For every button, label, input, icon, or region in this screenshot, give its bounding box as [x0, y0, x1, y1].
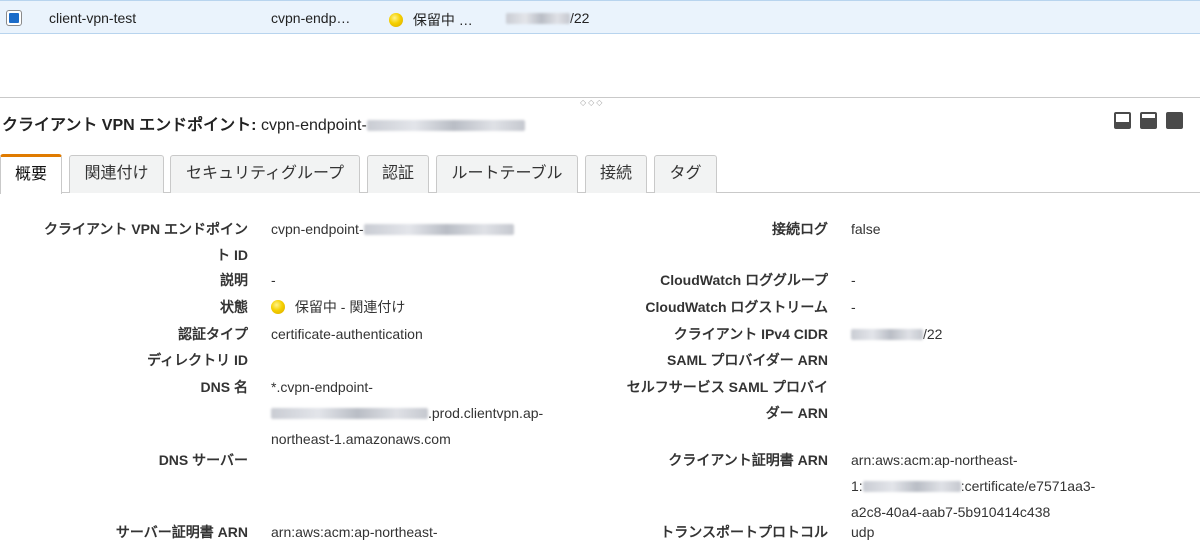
value-auth-type: certificate-authentication	[271, 326, 423, 342]
redacted-endpoint-id	[366, 120, 525, 131]
label-endpoint-id: クライアント VPN エンドポイン ト ID	[43, 221, 248, 263]
tab-authorization[interactable]: 認証	[367, 155, 429, 193]
value-cloudwatch-log-group: -	[851, 272, 856, 288]
value-client-cert-arn: arn:aws:acm:ap-northeast- 1::certificate…	[851, 452, 1096, 520]
label-cloudwatch-log-group: CloudWatch ロググループ	[660, 272, 828, 288]
label-dns-server: DNS サーバー	[158, 452, 248, 468]
label-transport-protocol: トランスポートプロトコル	[660, 524, 828, 540]
label-description: 説明	[220, 272, 248, 288]
tab-security-groups[interactable]: セキュリティグループ	[170, 155, 360, 193]
tab-route-table[interactable]: ルートテーブル	[436, 155, 578, 193]
selected-endpoint-row[interactable]: client-vpn-test cvpn-endp… 保留中 … /22	[0, 0, 1200, 34]
value-state: 保留中 - 関連付け	[271, 294, 405, 320]
detail-title-label: クライアント VPN エンドポイント:	[2, 117, 257, 134]
value-connection-log: false	[851, 221, 881, 237]
layout-toggle-group	[1114, 112, 1183, 129]
value-dns-name: *.cvpn-endpoint- .prod.clientvpn.ap- nor…	[271, 379, 544, 447]
redacted-dns-part	[271, 408, 428, 419]
tab-associations[interactable]: 関連付け	[69, 155, 164, 193]
row-cidr-suffix: /22	[570, 10, 590, 26]
value-description: -	[271, 272, 276, 288]
row-name: client-vpn-test	[49, 10, 137, 26]
redacted-ip	[506, 13, 570, 24]
tab-tags[interactable]: タグ	[654, 155, 717, 193]
label-auth-type: 認証タイプ	[178, 326, 248, 342]
label-self-service-saml-arn: セルフサービス SAML プロバイ ダー ARN	[626, 379, 828, 421]
detail-tabs: 概要 関連付け セキュリティグループ 認証 ルートテーブル 接続 タグ	[0, 154, 1200, 194]
label-directory-id: ディレクトリ ID	[147, 352, 248, 368]
row-checkbox[interactable]	[6, 10, 22, 26]
layout-bottom-large-icon[interactable]	[1166, 112, 1183, 129]
detail-title: クライアント VPN エンドポイント: cvpn-endpoint-	[2, 111, 525, 135]
layout-bottom-half-icon[interactable]	[1140, 112, 1157, 129]
pending-status-icon	[389, 13, 403, 27]
row-status-text: 保留中 …	[412, 12, 473, 28]
label-dns-name: DNS 名	[200, 379, 248, 395]
redacted-account-id	[862, 481, 961, 492]
detail-title-value: cvpn-endpoint-	[260, 117, 367, 134]
value-transport-protocol: udp	[851, 524, 875, 540]
value-endpoint-id: cvpn-endpoint-	[271, 216, 514, 242]
value-server-cert: arn:aws:acm:ap-northeast-	[271, 524, 438, 540]
resize-grip-icon[interactable]: ◇◇◇	[580, 98, 604, 107]
redacted-endpoint-id	[363, 224, 514, 235]
redacted-ip	[851, 329, 923, 340]
value-client-ipv4-cidr: /22	[851, 321, 942, 347]
tab-overview[interactable]: 概要	[0, 154, 62, 194]
value-cloudwatch-log-stream: -	[851, 299, 856, 315]
label-cloudwatch-log-stream: CloudWatch ログストリーム	[645, 299, 828, 315]
tab-connections[interactable]: 接続	[585, 155, 647, 193]
row-endpoint-id: cvpn-endp…	[271, 10, 351, 26]
row-status: 保留中 …	[389, 10, 473, 30]
label-server-cert: サーバー証明書 ARN	[115, 524, 248, 540]
row-cidr: /22	[506, 10, 589, 26]
label-connection-log: 接続ログ	[772, 221, 828, 237]
layout-bottom-small-icon[interactable]	[1114, 112, 1131, 129]
label-state: 状態	[220, 299, 248, 315]
label-client-ipv4-cidr: クライアント IPv4 CIDR	[673, 326, 828, 342]
label-client-cert-arn: クライアント証明書 ARN	[668, 452, 828, 468]
label-saml-provider-arn: SAML プロバイダー ARN	[667, 352, 828, 368]
pending-status-icon	[271, 300, 285, 314]
